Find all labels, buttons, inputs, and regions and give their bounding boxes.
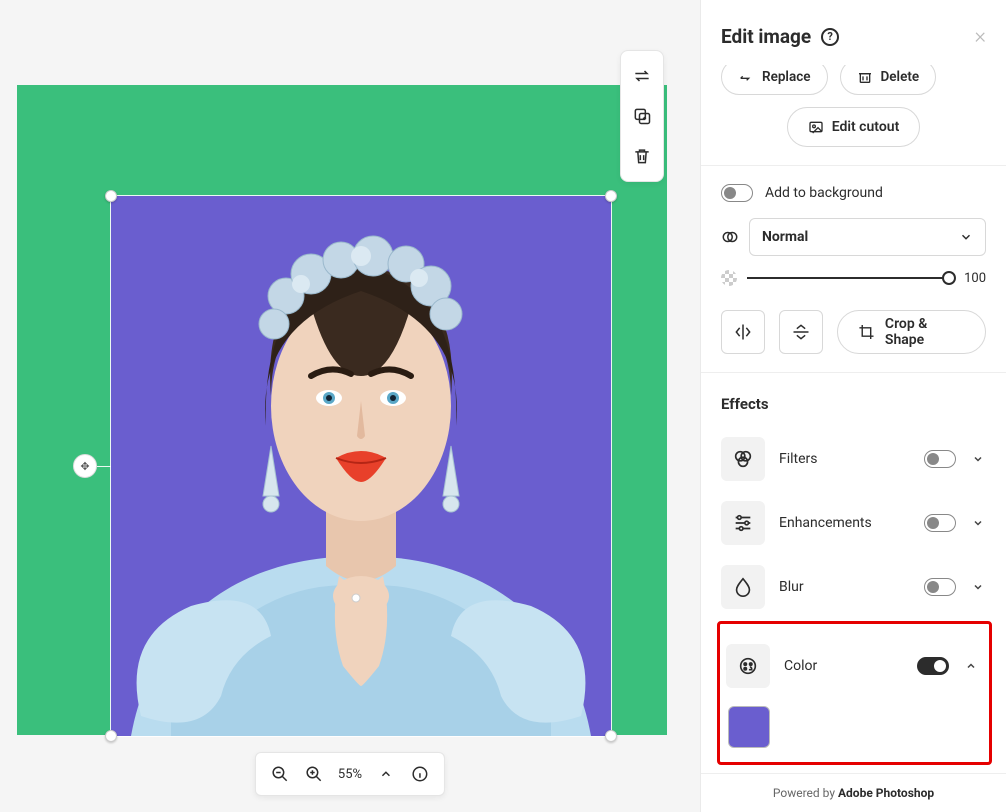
delete-label: Delete [881, 69, 920, 85]
color-toggle[interactable] [917, 657, 949, 675]
resize-handle-tl[interactable] [105, 190, 117, 202]
footer-prefix: Powered by [773, 786, 838, 800]
filters-expand[interactable] [972, 453, 986, 465]
replace-icon [738, 69, 754, 85]
help-icon[interactable]: ? [821, 28, 839, 46]
image-icon [808, 119, 824, 135]
crop-shape-label: Crop & Shape [885, 316, 965, 348]
trash-icon[interactable] [631, 145, 653, 167]
effect-row-color: Color [726, 634, 983, 698]
replace-label: Replace [762, 69, 811, 85]
zoom-in-button[interactable] [304, 764, 324, 784]
delete-button[interactable]: Delete [840, 65, 937, 95]
add-to-background-toggle[interactable] [721, 184, 753, 202]
effect-row-enhancements: Enhancements [721, 491, 994, 555]
filters-toggle[interactable] [924, 450, 956, 468]
swap-icon[interactable] [631, 65, 653, 87]
opacity-slider-thumb[interactable] [942, 271, 956, 285]
enhancements-toggle[interactable] [924, 514, 956, 532]
blend-icon [721, 228, 739, 246]
panel-title: Edit image [721, 25, 811, 48]
canvas-area[interactable]: ✥ 55% [0, 0, 700, 812]
zoom-out-button[interactable] [270, 764, 290, 784]
crop-shape-button[interactable]: Crop & Shape [837, 310, 986, 354]
filters-icon [721, 437, 765, 481]
info-button[interactable] [410, 764, 430, 784]
panel-footer: Powered by Adobe Photoshop [701, 773, 1006, 812]
color-collapse[interactable] [965, 660, 979, 672]
effect-row-blur: Blur [721, 555, 994, 619]
resize-handle-tr[interactable] [605, 190, 617, 202]
enhancements-icon [721, 501, 765, 545]
filters-label: Filters [779, 451, 910, 467]
replace-button[interactable]: Replace [721, 65, 828, 95]
edit-cutout-label: Edit cutout [832, 119, 900, 135]
floating-toolbar [620, 50, 664, 182]
enhancements-label: Enhancements [779, 515, 910, 531]
flip-vertical-button[interactable] [779, 310, 823, 354]
zoom-menu-button[interactable] [376, 764, 396, 784]
blend-mode-value: Normal [762, 229, 808, 245]
blur-toggle[interactable] [924, 578, 956, 596]
subject-image [111, 196, 611, 736]
duplicate-icon[interactable] [631, 105, 653, 127]
resize-handle-br[interactable] [605, 730, 617, 742]
color-section-highlight: Color [717, 621, 992, 765]
move-handle[interactable]: ✥ [73, 454, 97, 478]
blend-mode-select[interactable]: Normal [749, 218, 986, 256]
close-icon[interactable]: × [974, 24, 986, 49]
edit-image-panel: Edit image ? × Replace Delete [700, 0, 1006, 812]
opacity-slider[interactable] [747, 277, 948, 279]
chevron-down-icon [959, 230, 973, 244]
enhancements-expand[interactable] [972, 517, 986, 529]
blur-icon [721, 565, 765, 609]
color-swatch[interactable] [728, 706, 770, 748]
zoom-toolbar: 55% [255, 752, 445, 796]
color-icon [726, 644, 770, 688]
add-to-background-label: Add to background [765, 185, 883, 201]
effects-heading: Effects [721, 395, 1004, 413]
resize-handle-bl[interactable] [105, 730, 117, 742]
opacity-icon [721, 270, 737, 286]
effect-row-filters: Filters [721, 427, 994, 491]
opacity-value: 100 [958, 271, 986, 286]
crop-icon [858, 323, 875, 341]
delete-icon [857, 69, 873, 85]
cutout-layer[interactable]: ✥ [111, 196, 611, 736]
blur-expand[interactable] [972, 581, 986, 593]
edit-cutout-button[interactable]: Edit cutout [787, 107, 921, 147]
footer-brand: Adobe Photoshop [838, 786, 934, 800]
flip-horizontal-button[interactable] [721, 310, 765, 354]
color-label: Color [784, 658, 903, 674]
blur-label: Blur [779, 579, 910, 595]
zoom-level: 55% [338, 767, 362, 782]
move-handle-connector [97, 466, 111, 467]
